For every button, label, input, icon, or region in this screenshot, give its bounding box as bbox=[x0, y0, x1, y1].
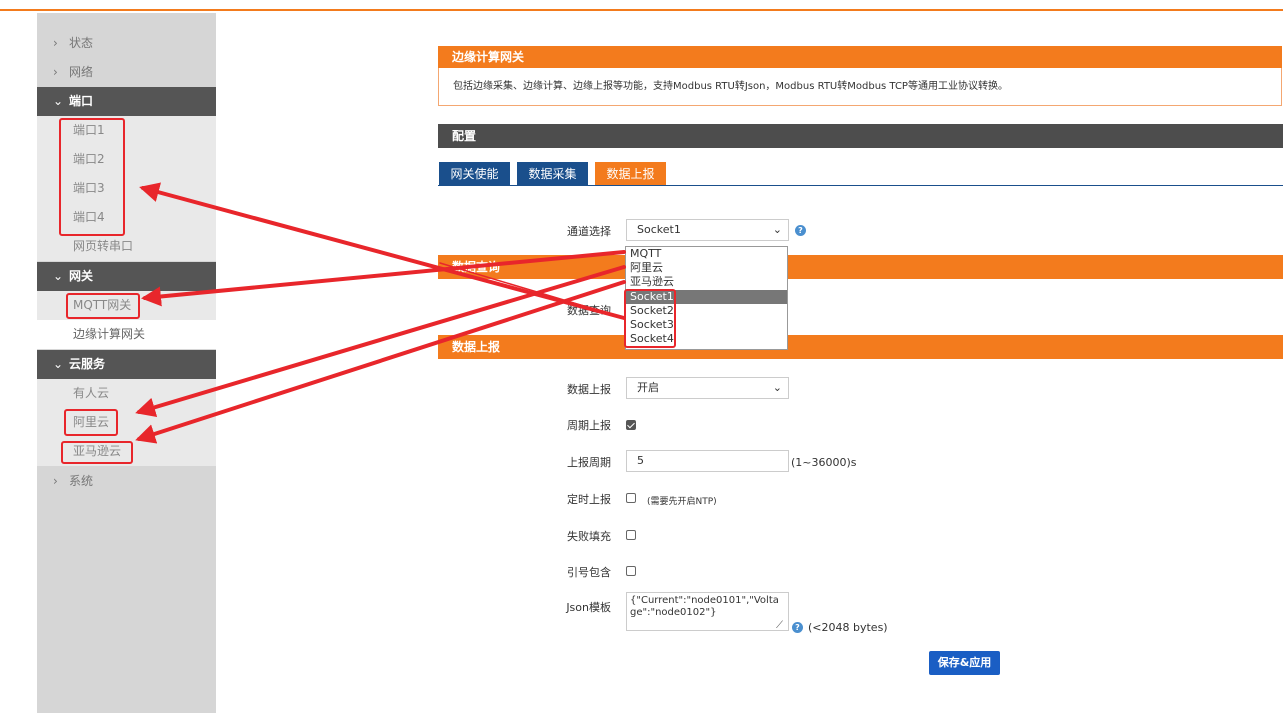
sidebar-group-gateway[interactable]: ⌄ 网关 bbox=[37, 262, 216, 291]
config-bar: 配置 bbox=[438, 124, 1283, 148]
resize-handle-icon[interactable]: ⟋ bbox=[776, 620, 783, 631]
channel-label: 通道选择 bbox=[567, 225, 611, 238]
option-aws[interactable]: 亚马逊云 bbox=[626, 275, 787, 289]
timed-hint: (需要先开启NTP) bbox=[647, 497, 717, 507]
sidebar-group-port[interactable]: ⌄ 端口 bbox=[37, 87, 216, 116]
period-label: 上报周期 bbox=[567, 456, 611, 469]
gateway-header: 边缘计算网关 bbox=[438, 46, 1282, 68]
sidebar-item-network[interactable]: › 网络 bbox=[37, 58, 216, 87]
highlight-aliyun bbox=[64, 409, 118, 436]
tab-data-collect[interactable]: 数据采集 bbox=[517, 162, 588, 186]
periodic-label: 周期上报 bbox=[567, 419, 611, 432]
save-apply-button[interactable]: 保存&应用 bbox=[929, 651, 1000, 675]
chevron-right-icon: › bbox=[53, 36, 58, 50]
period-hint: (1~36000)s bbox=[791, 456, 857, 469]
top-accent-line bbox=[0, 9, 1283, 11]
chevron-down-icon: ⌄ bbox=[53, 269, 64, 283]
quote-label: 引号包含 bbox=[567, 566, 611, 579]
quote-checkbox[interactable] bbox=[626, 566, 636, 576]
help-icon[interactable]: ? bbox=[792, 622, 803, 633]
json-template-textarea[interactable]: {"Current":"node0101","Voltage":"node010… bbox=[626, 592, 789, 631]
fail-fill-checkbox[interactable] bbox=[626, 530, 636, 540]
period-input[interactable]: 5 bbox=[626, 450, 789, 472]
chevron-right-icon: › bbox=[53, 65, 58, 79]
json-label: Json模板 bbox=[566, 601, 611, 614]
report-label: 数据上报 bbox=[567, 383, 611, 396]
gateway-description: 包括边缘采集、边缘计算、边缘上报等功能，支持Modbus RTU转Json，Mo… bbox=[438, 68, 1282, 106]
query-section-header: 数据查询 bbox=[438, 255, 1283, 279]
option-mqtt[interactable]: MQTT bbox=[626, 247, 787, 261]
periodic-checkbox[interactable] bbox=[626, 420, 636, 430]
sidebar-item-web-serial[interactable]: 网页转串口 bbox=[37, 232, 216, 261]
fail-fill-label: 失败填充 bbox=[567, 530, 611, 543]
tab-underline bbox=[438, 185, 1283, 186]
option-aliyun[interactable]: 阿里云 bbox=[626, 261, 787, 275]
chevron-down-icon: ⌄ bbox=[53, 357, 64, 371]
sidebar-item-usr-cloud[interactable]: 有人云 bbox=[37, 379, 216, 408]
highlight-aws bbox=[61, 441, 133, 464]
highlight-sockets bbox=[624, 289, 676, 348]
sidebar-group-cloud[interactable]: ⌄ 云服务 bbox=[37, 350, 216, 379]
chevron-down-icon: ⌄ bbox=[53, 94, 64, 108]
highlight-mqtt bbox=[66, 293, 140, 319]
highlight-ports bbox=[59, 118, 125, 236]
tab-gateway-enable[interactable]: 网关使能 bbox=[439, 162, 510, 186]
help-icon[interactable]: ? bbox=[795, 225, 806, 236]
sidebar-item-system[interactable]: › 系统 bbox=[37, 467, 216, 496]
tab-data-report[interactable]: 数据上报 bbox=[595, 162, 666, 186]
timed-checkbox[interactable] bbox=[626, 493, 636, 503]
chevron-down-icon: ⌄ bbox=[772, 223, 782, 236]
json-hint: (<2048 bytes) bbox=[808, 621, 888, 634]
chevron-down-icon: ⌄ bbox=[772, 381, 782, 394]
sidebar-item-edge-gateway[interactable]: 边缘计算网关 bbox=[37, 320, 216, 349]
report-section-header: 数据上报 bbox=[438, 335, 1283, 359]
channel-select[interactable]: Socket1 ⌄ bbox=[626, 219, 789, 241]
report-select[interactable]: 开启 ⌄ bbox=[626, 377, 789, 399]
sidebar-item-status[interactable]: › 状态 bbox=[37, 29, 216, 58]
timed-label: 定时上报 bbox=[567, 493, 611, 506]
query-label: 数据查询 bbox=[567, 304, 611, 317]
chevron-right-icon: › bbox=[53, 474, 58, 488]
